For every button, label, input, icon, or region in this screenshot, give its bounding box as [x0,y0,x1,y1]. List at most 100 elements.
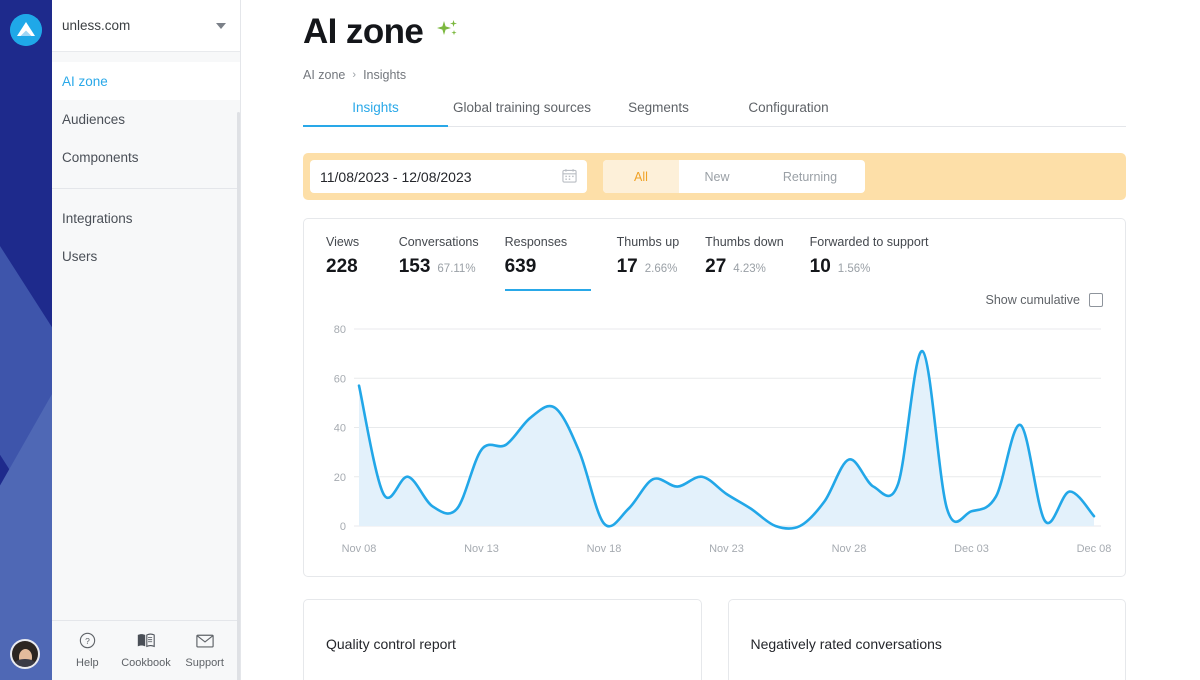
tab-bar: Insights Global training sources Segment… [303,100,1126,127]
sidebar-footer: ? Help Cookbook [52,620,240,680]
sidebar-item-ai-zone[interactable]: AI zone [52,62,240,100]
support-button[interactable]: Support [176,633,234,669]
metric-forwarded-to-support[interactable]: Forwarded to support 10 1.56% [810,235,929,291]
metrics-row: Views 228 Conversations 153 67.11% Respo… [304,219,1125,291]
segment-label: All [634,170,648,184]
insights-card: Views 228 Conversations 153 67.11% Respo… [303,218,1126,577]
account-name: unless.com [62,18,216,33]
help-button[interactable]: ? Help [58,632,116,669]
x-axis-tick: Dec 08 [1077,543,1112,555]
breadcrumb-separator: › [352,69,356,81]
x-axis-tick: Nov 28 [832,543,867,555]
page-title: AI zone [303,0,1200,52]
metric-value: 153 [399,256,431,278]
x-axis-tick: Nov 08 [342,543,377,555]
metric-percent: 67.11% [437,263,475,275]
sidebar-item-label: Components [62,150,139,165]
segment-new-button[interactable]: New [679,160,755,193]
y-axis-tick: 60 [334,373,346,385]
metric-label: Forwarded to support [810,235,929,249]
metric-percent: 4.23% [733,263,766,275]
segment-returning-button[interactable]: Returning [755,160,865,193]
breadcrumb: AI zone › Insights [303,68,1200,82]
y-axis-tick: 0 [340,521,346,533]
support-label: Support [185,657,224,669]
tab-insights[interactable]: Insights [303,100,448,126]
card-title: Quality control report [326,636,679,652]
card-title: Negatively rated conversations [751,636,1104,652]
filter-bar: 11/08/2023 - 12/08/2023 [303,153,1126,200]
date-range-value: 11/08/2023 - 12/08/2023 [320,169,562,185]
tab-label: Insights [352,100,399,115]
breadcrumb-item-ai-zone[interactable]: AI zone [303,68,345,82]
x-axis-tick: Dec 03 [954,543,989,555]
metric-views[interactable]: Views 228 [326,235,365,291]
responses-chart: 0 20 40 60 80 Nov 08 Nov 13 Nov 18 Nov 23 Nov 28 D… [304,307,1125,576]
metric-label: Conversations [399,235,479,249]
negatively-rated-conversations-card[interactable]: Negatively rated conversations [728,599,1127,680]
sidebar-item-components[interactable]: Components [52,138,240,176]
x-axis-tick: Nov 13 [464,543,499,555]
metric-conversations[interactable]: Conversations 153 67.11% [399,235,479,291]
metric-value: 17 [617,256,638,278]
sidebar-item-integrations[interactable]: Integrations [52,199,240,237]
metric-value: 27 [705,256,726,278]
avatar[interactable] [10,639,40,669]
chart-area-fill [359,351,1094,529]
cookbook-label: Cookbook [121,657,171,669]
account-switcher[interactable]: unless.com [52,0,240,52]
brand-rail [0,0,52,680]
unless-logo-icon[interactable] [10,14,42,46]
metric-percent: 2.66% [645,263,678,275]
metric-responses[interactable]: Responses 639 [505,235,591,291]
chart-canvas: 0 20 40 60 80 Nov 08 Nov 13 Nov 18 Nov 23 Nov 28 D… [304,315,1125,565]
segment-label: New [704,170,729,184]
date-range-input[interactable]: 11/08/2023 - 12/08/2023 [310,160,587,193]
sidebar-item-label: Audiences [62,112,125,127]
question-circle-icon: ? [79,632,96,654]
calendar-icon[interactable] [562,168,577,186]
metric-thumbs-down[interactable]: Thumbs down 27 4.23% [705,235,784,291]
metric-label: Responses [505,235,591,249]
sidebar-item-users[interactable]: Users [52,237,240,275]
segment-all-button[interactable]: All [603,160,679,193]
x-axis-tick: Nov 23 [709,543,744,555]
main-content: AI zone AI zone › Insights Insights Glob… [241,0,1200,680]
cumulative-label: Show cumulative [986,293,1081,307]
cumulative-toggle-row: Show cumulative [304,291,1125,307]
sidebar-scrollbar[interactable] [237,112,240,680]
metric-label: Thumbs down [705,235,784,249]
book-icon [137,632,155,654]
sidebar: unless.com AI zone Audiences Components … [52,0,241,680]
tab-label: Segments [628,100,689,115]
sidebar-item-label: Users [62,249,97,264]
x-axis-tick: Nov 18 [587,543,622,555]
cumulative-checkbox[interactable] [1089,293,1103,307]
cookbook-button[interactable]: Cookbook [117,632,175,669]
envelope-icon [196,633,214,654]
audience-segment-toggle: All New Returning [603,160,865,193]
tab-label: Configuration [748,100,828,115]
y-axis-tick: 40 [334,423,346,435]
metric-value: 228 [326,256,358,278]
page-title-text: AI zone [303,12,423,52]
metric-thumbs-up[interactable]: Thumbs up 17 2.66% [617,235,680,291]
tab-configuration[interactable]: Configuration [721,100,856,126]
app-root: unless.com AI zone Audiences Components … [0,0,1200,680]
tab-global-training-sources[interactable]: Global training sources [448,100,596,126]
breadcrumb-item-insights[interactable]: Insights [363,68,406,82]
quality-control-report-card[interactable]: Quality control report [303,599,702,680]
metric-percent: 1.56% [838,263,871,275]
sidebar-item-label: AI zone [62,74,108,89]
y-axis-tick: 80 [334,324,346,336]
sidebar-nav: AI zone Audiences Components Integration… [52,52,240,620]
help-label: Help [76,657,99,669]
y-axis-tick: 20 [334,472,346,484]
metric-label: Thumbs up [617,235,680,249]
chevron-down-icon [216,23,226,29]
metric-label: Views [326,235,365,249]
sidebar-item-audiences[interactable]: Audiences [52,100,240,138]
report-cards: Quality control report Negatively rated … [303,599,1126,680]
tab-segments[interactable]: Segments [596,100,721,126]
sidebar-item-label: Integrations [62,211,133,226]
